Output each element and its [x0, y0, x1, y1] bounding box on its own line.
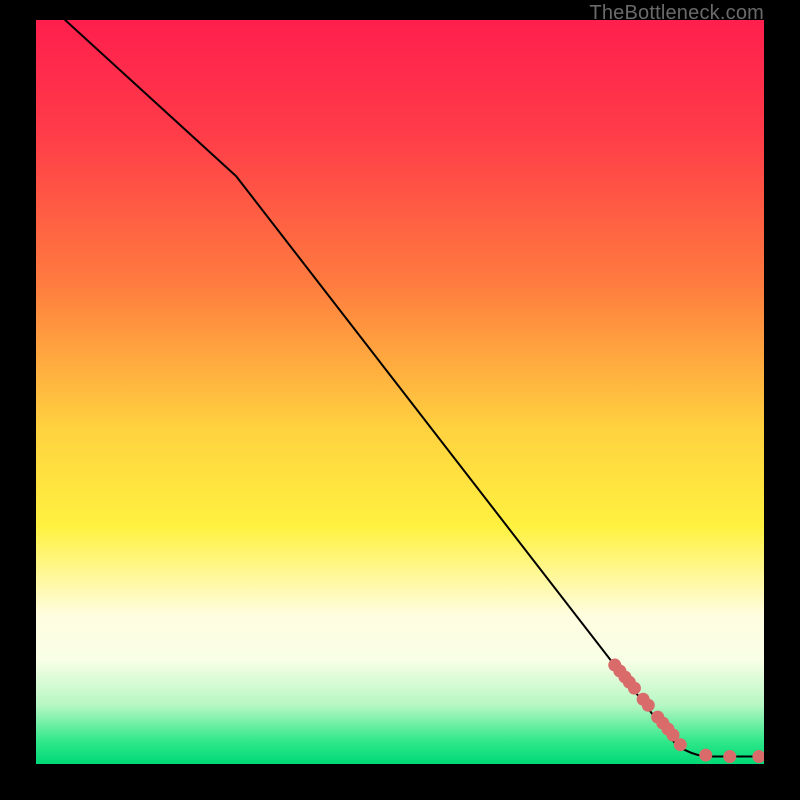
marker-point	[642, 699, 655, 712]
marker-point	[628, 682, 641, 695]
chart-svg	[36, 20, 764, 764]
marker-point	[723, 750, 736, 763]
chart-frame: TheBottleneck.com	[0, 0, 800, 800]
marker-point	[674, 738, 687, 751]
plot-area	[36, 20, 764, 764]
gradient-background	[36, 20, 764, 764]
marker-point	[699, 749, 712, 762]
